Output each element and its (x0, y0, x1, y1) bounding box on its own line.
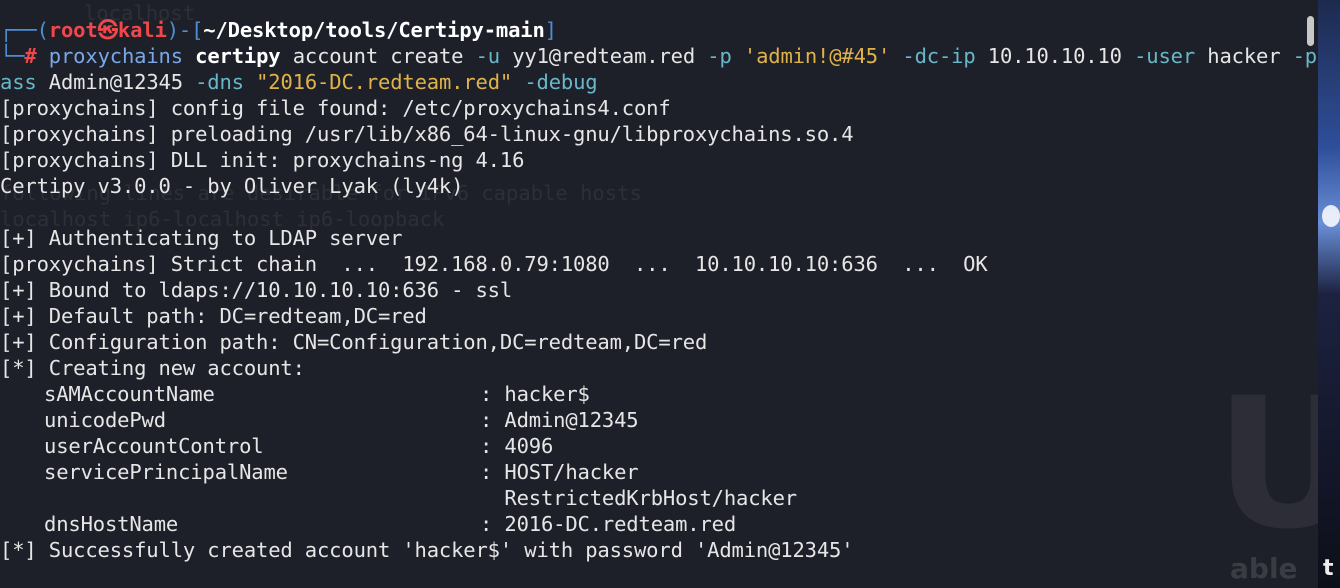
account-attribute-row: dnsHostName: 2016-DC.redteam.red (44, 512, 737, 536)
output-line: [+] Bound to ldaps://10.10.10.10:636 - s… (0, 278, 513, 302)
terminal-window[interactable]: localhost following lines are desirable … (0, 0, 1318, 588)
desktop-label: t (1323, 556, 1334, 581)
account-attribute-row: unicodePwd: Admin@12345 (44, 408, 639, 432)
success-message: [*] Successfully created account 'hacker… (0, 538, 854, 562)
output-line: [proxychains] Strict chain ... 192.168.0… (0, 252, 988, 276)
account-attribute-row: servicePrincipalName: HOST/hacker (44, 460, 639, 484)
output-line: [*] Creating new account: (0, 356, 305, 380)
account-attribute-row: RestrictedKrbHost/hacker (504, 486, 797, 510)
output-line: [+] Authenticating to LDAP server (0, 226, 403, 250)
prompt-at-symbol: ㉿ (97, 18, 119, 42)
prompt-user: root (48, 18, 98, 42)
account-attribute-row: sAMAccountName: hacker$ (44, 382, 590, 406)
terminal-output: ┌──(root㉿kali)-[~/Desktop/tools/Certipy-… (0, 17, 1317, 563)
prompt-line: ┌──(root㉿kali)-[~/Desktop/tools/Certipy-… (0, 18, 557, 42)
output-line: [+] Default path: DC=redteam,DC=red (0, 304, 427, 328)
output-line: [proxychains] config file found: /etc/pr… (0, 96, 671, 120)
output-line: Certipy v3.0.0 - by Oliver Lyak (ly4k) (0, 174, 464, 198)
output-line: [+] Configuration path: CN=Configuration… (0, 330, 708, 354)
scrollbar-thumb[interactable] (1307, 16, 1314, 46)
prompt-path: ~/Desktop/tools/Certipy-main (203, 18, 545, 42)
output-line: [proxychains] DLL init: proxychains-ng 4… (0, 148, 525, 172)
output-line: [proxychains] preloading /usr/lib/x86_64… (0, 122, 854, 146)
command-line-wrap[interactable]: ass Admin@12345 -dns "2016-DC.redteam.re… (0, 69, 1317, 95)
vertical-scrollbar[interactable] (1307, 16, 1315, 576)
desktop-glow (1322, 205, 1340, 227)
account-attribute-row: userAccountControl: 4096 (44, 434, 554, 458)
prompt-host: kali (117, 18, 167, 42)
desktop-background-strip (1318, 0, 1340, 588)
command-line[interactable]: └─# proxychains certipy account create -… (0, 43, 1317, 69)
